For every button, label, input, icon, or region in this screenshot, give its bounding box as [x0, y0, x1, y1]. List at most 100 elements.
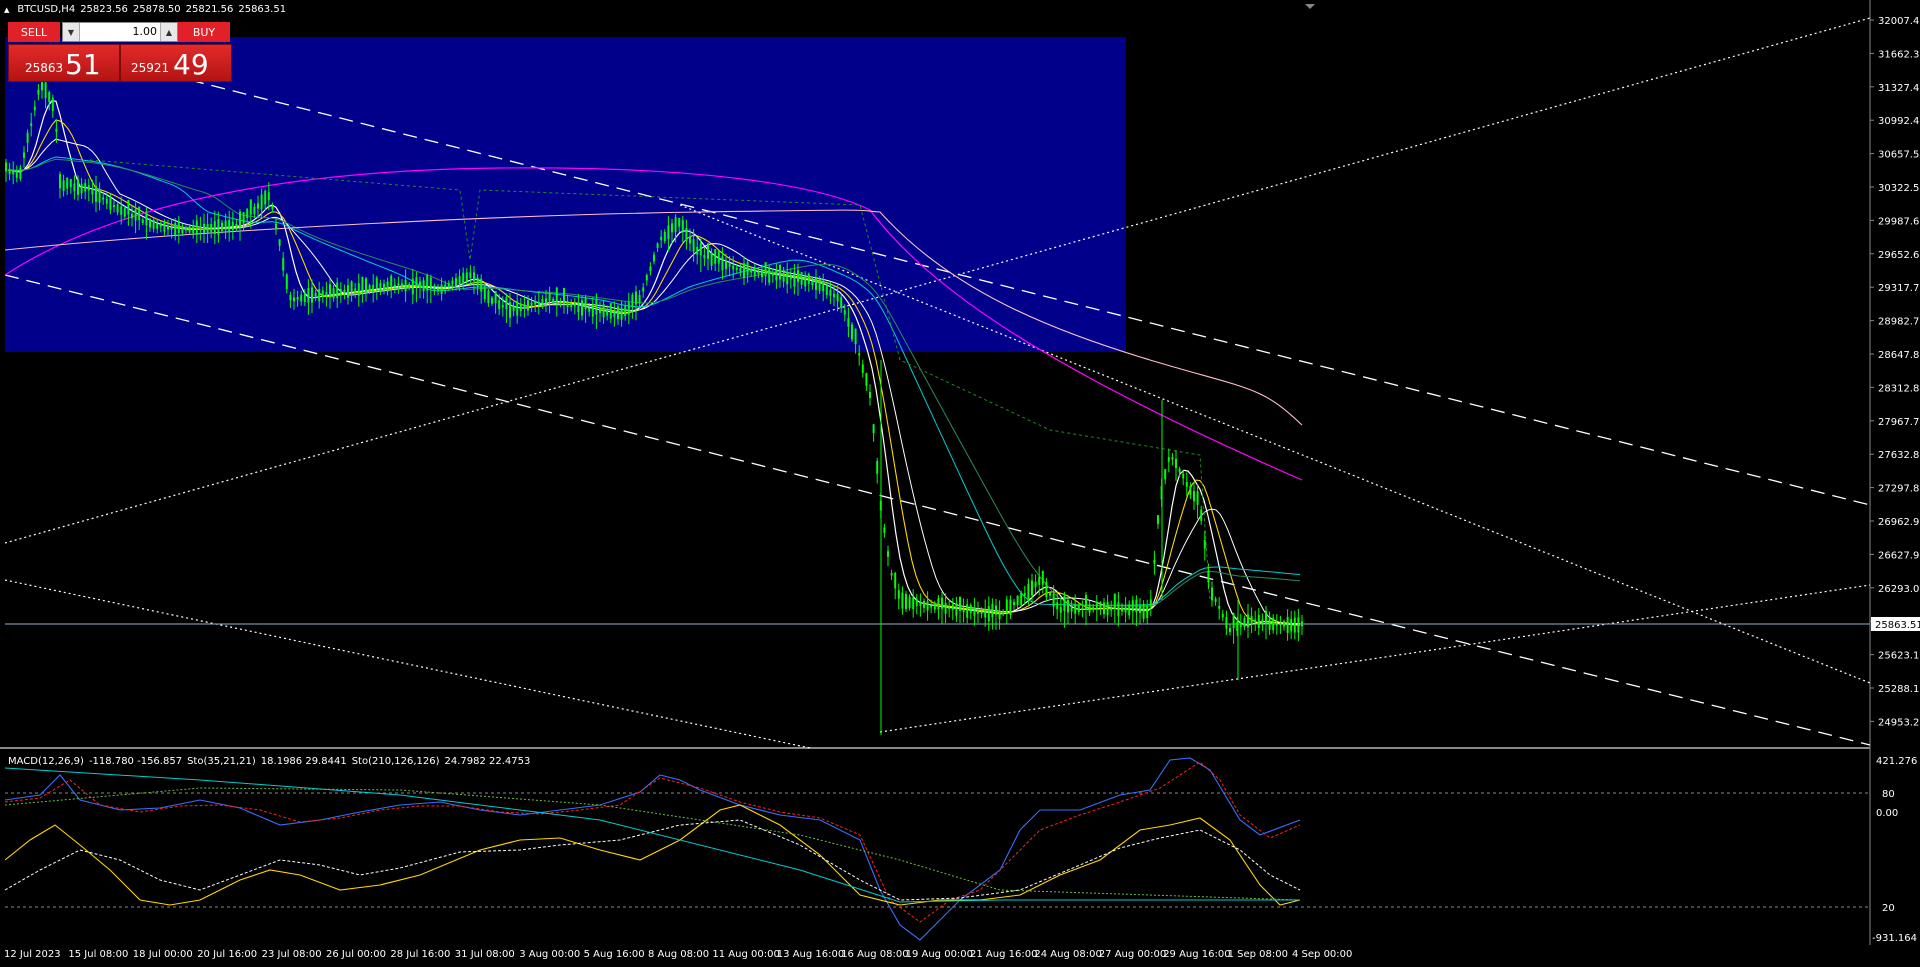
candle-body: [221, 222, 223, 231]
candle-body: [1239, 622, 1242, 627]
price-tick-label: 29987.60: [1878, 216, 1920, 227]
price-tick-label: 27967.75: [1878, 417, 1920, 428]
candle-body: [696, 247, 699, 255]
time-tick-label: 5 Aug 16:00: [583, 949, 645, 960]
time-tick-label: 27 Aug 00:00: [1098, 949, 1167, 960]
volume-stepper[interactable]: ▼ ▲: [62, 22, 178, 42]
candle-body: [1117, 602, 1120, 617]
price-tick-label: 28982.75: [1878, 317, 1920, 328]
volume-increase-icon[interactable]: ▲: [160, 23, 177, 41]
candle-body: [732, 265, 735, 270]
time-tick-label: 29 Aug 16:00: [1163, 949, 1231, 960]
trendline-dotted-lower[interactable]: [4, 579, 811, 749]
candle-body: [138, 206, 141, 221]
candle-body: [667, 225, 670, 240]
collapse-triangle-icon[interactable]: ▲: [4, 6, 9, 14]
candle-body: [851, 324, 853, 340]
time-axis[interactable]: 12 Jul 2023 15 Jul 08:00 18 Jul 00:00 20 Ju…: [0, 945, 1920, 967]
candle-body: [714, 248, 717, 264]
candle-body: [127, 200, 130, 215]
candle-body: [883, 527, 886, 533]
candle-body: [1099, 601, 1102, 609]
sell-button[interactable]: SELL: [8, 22, 60, 42]
candle-body: [188, 226, 191, 233]
candle-body: [314, 292, 317, 297]
chart-shift-marker[interactable]: [1305, 4, 1315, 9]
candle-body: [908, 596, 911, 609]
candle-body: [897, 590, 900, 599]
oscillator-lines: [4, 757, 1301, 941]
candle-body: [473, 272, 475, 281]
candle-body: [836, 293, 839, 302]
candle-body: [1077, 604, 1080, 613]
candle-body: [1229, 628, 1231, 632]
candle-body: [163, 220, 166, 232]
candle-body: [815, 278, 817, 290]
candle-body: [195, 220, 198, 236]
candle-body: [1290, 618, 1293, 632]
buy-price-box[interactable]: 25921 49: [120, 44, 232, 82]
candle-body: [440, 284, 443, 294]
candle-body: [1243, 618, 1246, 627]
candle-body: [1146, 605, 1149, 619]
candle-body: [59, 174, 61, 189]
sell-price-box[interactable]: 25863 51: [8, 44, 120, 82]
candle-body: [350, 281, 353, 292]
candle-body: [249, 199, 252, 215]
volume-input[interactable]: [81, 24, 157, 38]
candle-body: [483, 286, 486, 300]
candle-body: [653, 254, 655, 262]
candle-body: [800, 272, 803, 285]
candle-body: [1193, 490, 1195, 502]
candle-body: [206, 223, 209, 233]
candle-body: [829, 289, 832, 296]
candle-body: [523, 304, 526, 309]
candle-body: [1121, 607, 1123, 612]
volume-decrease-icon[interactable]: ▼: [63, 23, 80, 41]
candle-body: [512, 305, 515, 312]
candle-body: [1207, 570, 1210, 583]
candle-body: [685, 228, 688, 242]
candle-body: [660, 236, 663, 241]
candle-body: [224, 220, 227, 231]
candle-body: [480, 278, 483, 292]
time-tick-label: 31 Jul 08:00: [454, 949, 515, 960]
candle-body: [1020, 592, 1023, 605]
candle-body: [260, 194, 263, 210]
candle-body: [1164, 469, 1167, 480]
candle-body: [627, 302, 630, 315]
indicator-window[interactable]: 421.276 80 0.00 20 -931.164 MACD(12,26,9…: [0, 750, 1920, 945]
price-tick-label: 30322.55: [1878, 183, 1920, 194]
candle-body: [861, 364, 864, 373]
candle-body: [1031, 580, 1033, 596]
candle-body: [1232, 613, 1235, 629]
price-chart-canvas[interactable]: 32007.45 31662.35 31327.40 30992.45 30657.50…: [0, 0, 1920, 762]
candle-body: [91, 188, 94, 195]
candle-body: [717, 250, 720, 264]
candle-body: [462, 272, 465, 285]
candle-body: [894, 572, 897, 589]
candle-body: [300, 294, 303, 302]
candle-body: [131, 213, 133, 219]
candle-body: [159, 222, 162, 227]
main-chart[interactable]: 32007.45 31662.35 31327.40 30992.45 30657.50…: [0, 0, 1920, 762]
candle-body: [631, 294, 634, 307]
candle-body: [213, 221, 216, 235]
price-axis[interactable]: 32007.45 31662.35 31327.40 30992.45 30657.50…: [1870, 16, 1920, 762]
sto2-values: 24.7982 22.4753: [444, 756, 531, 767]
candle-body: [1182, 473, 1185, 479]
candle-body: [1038, 576, 1041, 585]
buy-button[interactable]: BUY: [178, 22, 230, 42]
candle-body: [386, 281, 389, 292]
candle-body: [293, 297, 295, 302]
indicator-canvas[interactable]: 421.276 80 0.00 20 -931.164: [0, 750, 1920, 945]
candle-body: [699, 243, 702, 256]
candle-body: [98, 190, 101, 203]
macd-main-line: [4, 757, 1301, 941]
candle-body: [1297, 617, 1300, 633]
candle-body: [303, 293, 306, 302]
candle-body: [339, 289, 342, 296]
candle-body: [1081, 607, 1084, 610]
trendline-dotted-support[interactable]: [879, 584, 1871, 733]
candle-body: [1016, 595, 1019, 605]
